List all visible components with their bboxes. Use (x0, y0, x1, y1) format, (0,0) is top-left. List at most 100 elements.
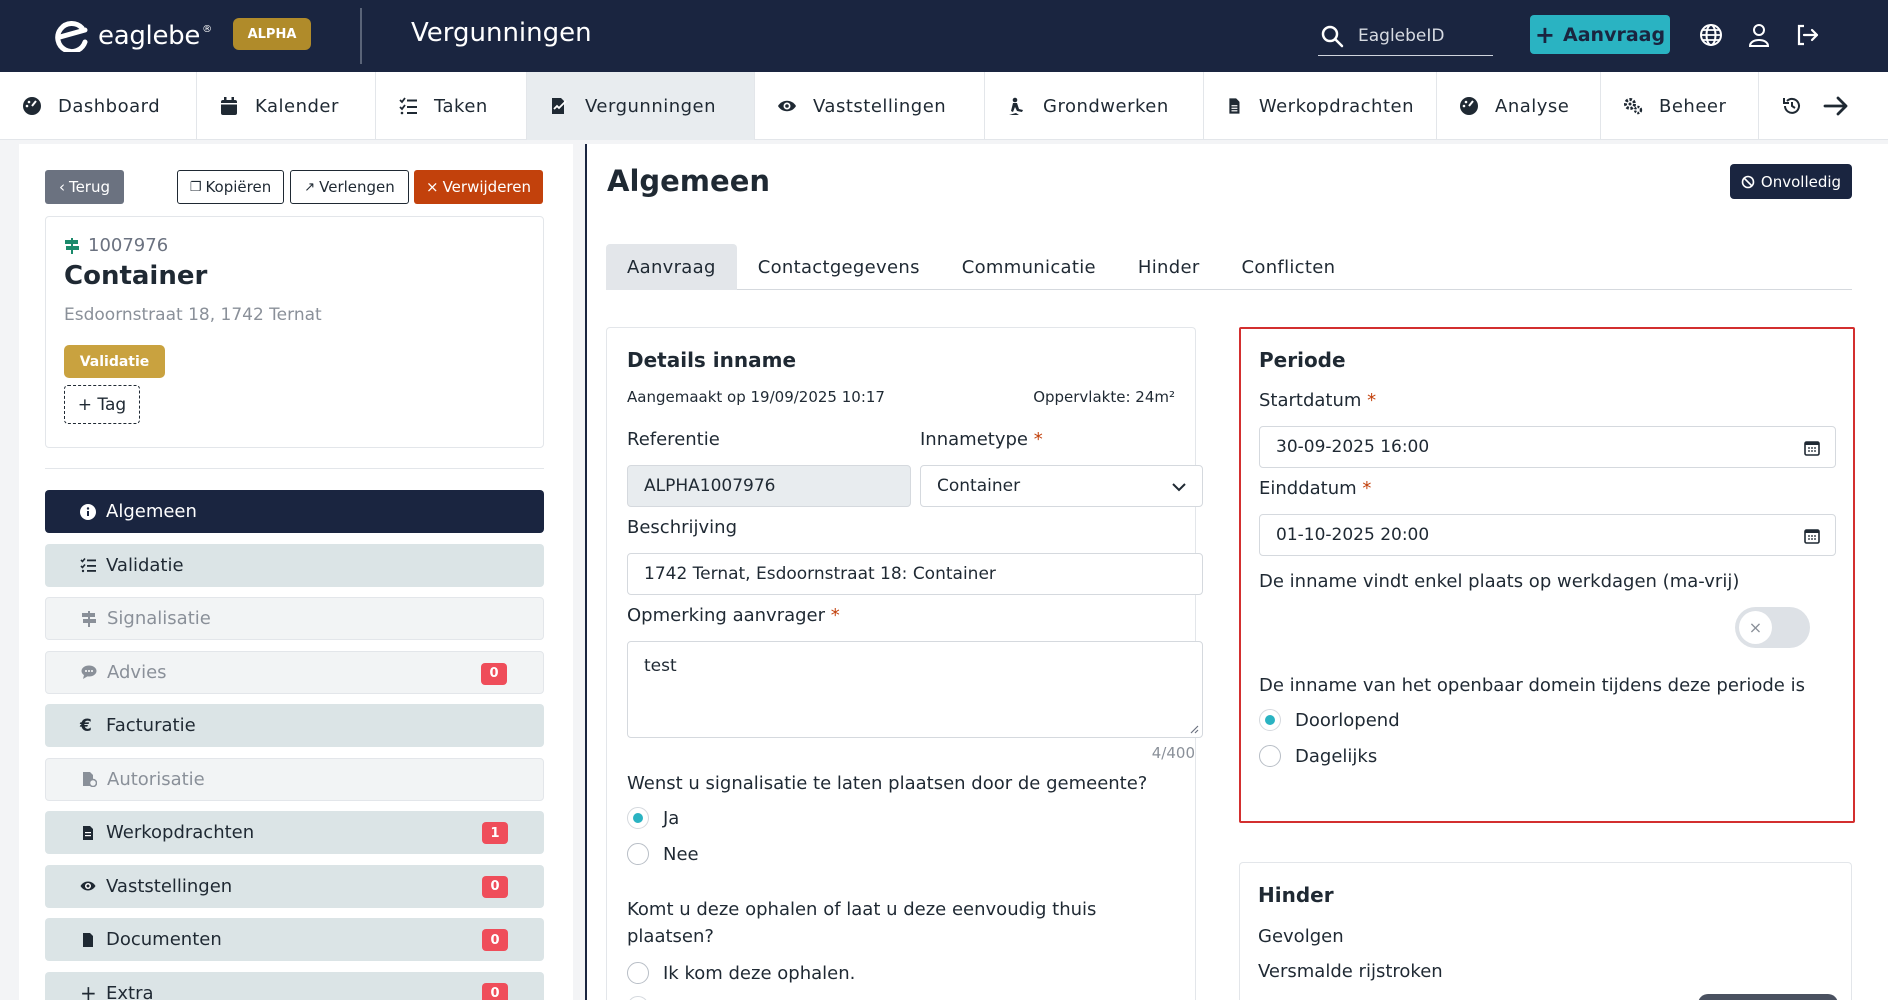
nav-analyse[interactable]: Analyse (1437, 72, 1601, 140)
menu-item-documenten[interactable]: Documenten 0 (45, 918, 544, 961)
nav-werkopdrachten[interactable]: Werkopdrachten (1204, 72, 1437, 140)
permit-id-value: 1007976 (88, 235, 169, 256)
status-button-label: Onvolledig (1760, 172, 1842, 191)
signpost-icon (65, 237, 79, 254)
logout-icon[interactable] (1794, 22, 1820, 48)
top-divider (360, 8, 362, 64)
radio-dot-checked (627, 807, 649, 829)
permit-card: 1007976 Container Esdoornstraat 18, 1742… (45, 216, 544, 448)
new-request-button[interactable]: + Aanvraag (1530, 15, 1670, 54)
close-icon: × (426, 178, 439, 196)
radio-label: Doorlopend (1295, 709, 1400, 731)
nav-taken[interactable]: Taken (376, 72, 527, 140)
alpha-badge: ALPHA (233, 18, 311, 50)
radio-label: Ja (663, 807, 680, 829)
chevron-left-icon: ‹ (58, 178, 65, 196)
nav-beheer-label: Beheer (1659, 95, 1727, 117)
user-icon[interactable] (1746, 22, 1772, 48)
signalisatie-yes-radio[interactable]: Ja (627, 807, 679, 829)
menu-item-vaststellingen[interactable]: Vaststellingen 0 (45, 864, 544, 908)
nav-vaststellingen[interactable]: Vaststellingen (755, 72, 985, 140)
signalisatie-no-radio[interactable]: Nee (627, 843, 699, 865)
menu-item-label: Vaststellingen (106, 875, 233, 897)
globe-icon[interactable] (1698, 22, 1724, 48)
delete-button[interactable]: × Verwijderen (414, 170, 543, 204)
nav-grondwerken[interactable]: Grondwerken (985, 72, 1204, 140)
history-icon[interactable] (1781, 95, 1803, 117)
permit-title: Container (64, 261, 208, 291)
pickup-question: Komt u deze ophalen of laat u deze eenvo… (627, 899, 1097, 947)
nav-vaststellingen-label: Vaststellingen (813, 95, 947, 117)
created-timestamp: Aangemaakt op 19/09/2025 10:17 (627, 388, 885, 406)
pickup-option-1-radio[interactable]: Ik kom deze ophalen. (627, 962, 855, 984)
sidebar: ‹ Terug ❐ Kopiëren ↗ Verlengen × Verwijd… (19, 144, 573, 1000)
radio-dot (627, 962, 649, 984)
menu-item-signalisatie[interactable]: Signalisatie (45, 597, 544, 640)
nav-vergunningen[interactable]: Vergunningen (527, 72, 755, 140)
menu-item-algemeen[interactable]: Algemeen (45, 490, 544, 533)
permit-address: Esdoornstraat 18, 1742 Ternat (64, 305, 322, 325)
eye-icon (80, 881, 96, 891)
radio-label: Nee (663, 843, 699, 865)
analyse-icon (1460, 97, 1478, 115)
calendar-icon[interactable] (1803, 439, 1821, 457)
menu-item-werkopdrachten[interactable]: Werkopdrachten 1 (45, 811, 544, 854)
nav-beheer[interactable]: Beheer (1601, 72, 1759, 140)
end-date-input[interactable]: 01-10-2025 20:00 (1259, 514, 1836, 556)
description-field[interactable]: 1742 Ternat, Esdoornstraat 18: Container (627, 553, 1203, 595)
file-icon (1229, 98, 1240, 114)
search-input[interactable]: EaglebeID (1318, 16, 1493, 56)
add-tag-button[interactable]: + Tag (64, 385, 140, 424)
radio-label: Ik kom deze ophalen. (663, 962, 856, 984)
arrow-right-icon[interactable] (1823, 95, 1849, 117)
menu-item-advies[interactable]: Advies 0 (45, 650, 544, 694)
logo-text: eaglebe (98, 21, 201, 51)
tab-communicatie[interactable]: Communicatie (941, 244, 1117, 290)
count-badge: 0 (481, 662, 507, 685)
required-marker: * (830, 605, 840, 626)
daily-radio[interactable]: Dagelijks (1259, 745, 1377, 767)
tab-conflicten[interactable]: Conflicten (1221, 244, 1357, 290)
type-select[interactable]: Container (920, 465, 1203, 507)
menu-item-facturatie[interactable]: € Facturatie (45, 704, 544, 747)
continuous-radio[interactable]: Doorlopend (1259, 709, 1400, 731)
menu-item-label: Advies (107, 661, 167, 683)
menu-item-label: Autorisatie (107, 768, 205, 790)
hinder-action-button[interactable] (1698, 994, 1838, 1000)
weekdays-label: De inname vindt enkel plaats op werkdage… (1259, 571, 1740, 592)
menu-item-autorisatie[interactable]: Autorisatie (45, 757, 544, 801)
consequences-label: Gevolgen (1258, 926, 1344, 947)
remark-counter: 4/400 (1151, 744, 1195, 762)
digging-icon (1009, 97, 1023, 115)
menu-item-extra[interactable]: + Extra 0 (45, 971, 544, 1000)
tab-aanvraag[interactable]: Aanvraag (606, 244, 737, 290)
weekdays-toggle[interactable]: × (1735, 607, 1810, 648)
start-date-label: Startdatum * (1259, 390, 1376, 411)
plus-icon: + (1534, 20, 1556, 49)
logo[interactable]: eaglebe ® (52, 20, 212, 52)
resize-handle-icon[interactable] (1189, 724, 1199, 734)
status-button[interactable]: Onvolledig (1730, 164, 1852, 199)
signpost-icon (82, 610, 96, 627)
count-badge: 0 (482, 982, 508, 1000)
start-date-input[interactable]: 30-09-2025 16:00 (1259, 426, 1836, 468)
pickup-option-2-radio[interactable] (627, 996, 649, 1000)
nav-dashboard[interactable]: Dashboard (0, 72, 197, 140)
tab-hinder[interactable]: Hinder (1117, 244, 1221, 290)
menu-item-label: Documenten (106, 929, 222, 950)
radio-dot-checked (1259, 709, 1281, 731)
required-marker: * (1367, 390, 1377, 411)
copy-button[interactable]: ❐ Kopiëren (177, 170, 284, 204)
calendar-icon[interactable] (1803, 527, 1821, 545)
plus-icon: + (80, 981, 97, 1000)
tab-contactgegevens[interactable]: Contactgegevens (737, 244, 941, 290)
nav-kalender[interactable]: Kalender (197, 72, 376, 140)
count-badge: 1 (482, 822, 508, 844)
menu-item-validatie[interactable]: Validatie (45, 543, 544, 587)
new-request-label: Aanvraag (1563, 23, 1666, 46)
menu-item-label: Werkopdrachten (106, 822, 255, 843)
extend-button[interactable]: ↗ Verlengen (290, 170, 409, 204)
page-title: Algemeen (607, 164, 771, 198)
back-button[interactable]: ‹ Terug (45, 170, 124, 204)
remark-textarea[interactable]: test (627, 641, 1203, 738)
